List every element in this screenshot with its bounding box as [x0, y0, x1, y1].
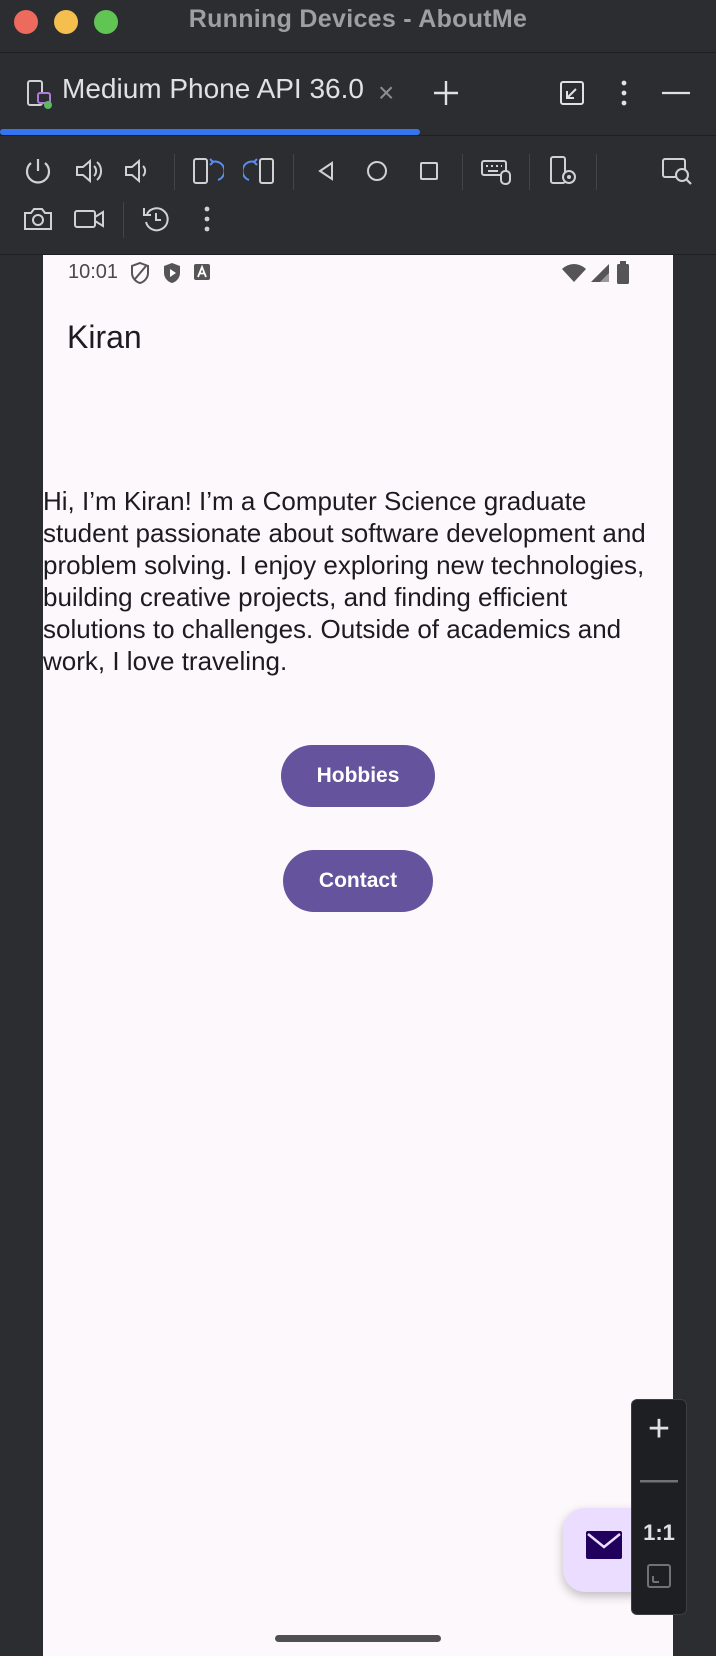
zoom-in-button[interactable]: + — [632, 1408, 686, 1451]
toolbar-separator — [462, 154, 463, 190]
toolbar-separator — [596, 154, 597, 190]
hobbies-button[interactable]: Hobbies — [281, 745, 435, 807]
more-icon[interactable] — [190, 202, 224, 236]
mail-icon — [586, 1531, 622, 1559]
device-tabbar: Medium Phone API 36.0 × — [0, 53, 716, 136]
wifi-icon — [562, 264, 586, 282]
shield-outline-icon — [131, 261, 149, 285]
tab-medium-phone[interactable]: Medium Phone API 36.0 × — [0, 53, 420, 135]
contact-button[interactable]: Contact — [283, 850, 433, 912]
window-title: Running Devices - AboutMe — [188, 5, 528, 33]
device-toolbar — [0, 136, 716, 255]
tab-close-icon[interactable]: × — [378, 77, 394, 109]
active-tab-indicator — [0, 129, 420, 135]
rotate-right-icon[interactable] — [243, 154, 277, 188]
device-settings-icon[interactable] — [546, 154, 580, 188]
volume-down-icon[interactable] — [121, 154, 155, 188]
dock-window-icon[interactable] — [554, 75, 590, 111]
more-options-icon[interactable] — [606, 75, 642, 111]
layout-inspector-icon[interactable] — [660, 154, 694, 188]
zoom-controls: + — 1:1 — [631, 1399, 687, 1615]
emulator-screen[interactable]: 10:01 Kiran Hi, I’m Kiran! I’m a Compute… — [43, 255, 673, 1656]
keyboard-a-icon — [194, 264, 210, 280]
shield-play-icon — [164, 263, 180, 283]
toolbar-separator — [123, 202, 124, 238]
rotate-left-icon[interactable] — [190, 154, 224, 188]
overview-icon[interactable] — [412, 154, 446, 188]
reset-icon[interactable] — [139, 202, 173, 236]
toolbar-separator — [293, 154, 294, 190]
add-device-icon[interactable] — [428, 75, 464, 111]
tab-label: Medium Phone API 36.0 — [62, 73, 364, 104]
gesture-navigation-bar[interactable] — [275, 1635, 441, 1642]
battery-icon — [617, 261, 629, 284]
volume-up-icon[interactable] — [72, 154, 106, 188]
zoom-fit-button[interactable] — [632, 1562, 686, 1595]
fit-screen-icon — [647, 1564, 671, 1588]
status-time: 10:01 — [68, 261, 119, 283]
home-icon[interactable] — [360, 154, 394, 188]
window-titlebar: Running Devices - AboutMe — [0, 0, 716, 53]
app-title: Kiran — [67, 319, 142, 355]
zoom-out-button[interactable]: — — [632, 1458, 686, 1501]
status-bar: 10:01 — [43, 255, 673, 291]
bio-text: Hi, I’m Kiran! I’m a Computer Science gr… — [43, 486, 646, 676]
video-icon[interactable] — [72, 202, 106, 236]
hide-panel-icon[interactable] — [658, 75, 694, 111]
signal-icon — [591, 264, 609, 282]
back-icon[interactable] — [309, 154, 343, 188]
phone-device-icon — [27, 80, 52, 109]
zoom-one-to-one-button[interactable]: 1:1 — [632, 1520, 686, 1546]
toolbar-separator — [174, 154, 175, 190]
power-icon[interactable] — [21, 154, 55, 188]
camera-icon[interactable] — [21, 202, 55, 236]
toolbar-separator — [529, 154, 530, 190]
keyboard-mouse-icon[interactable] — [479, 154, 513, 188]
